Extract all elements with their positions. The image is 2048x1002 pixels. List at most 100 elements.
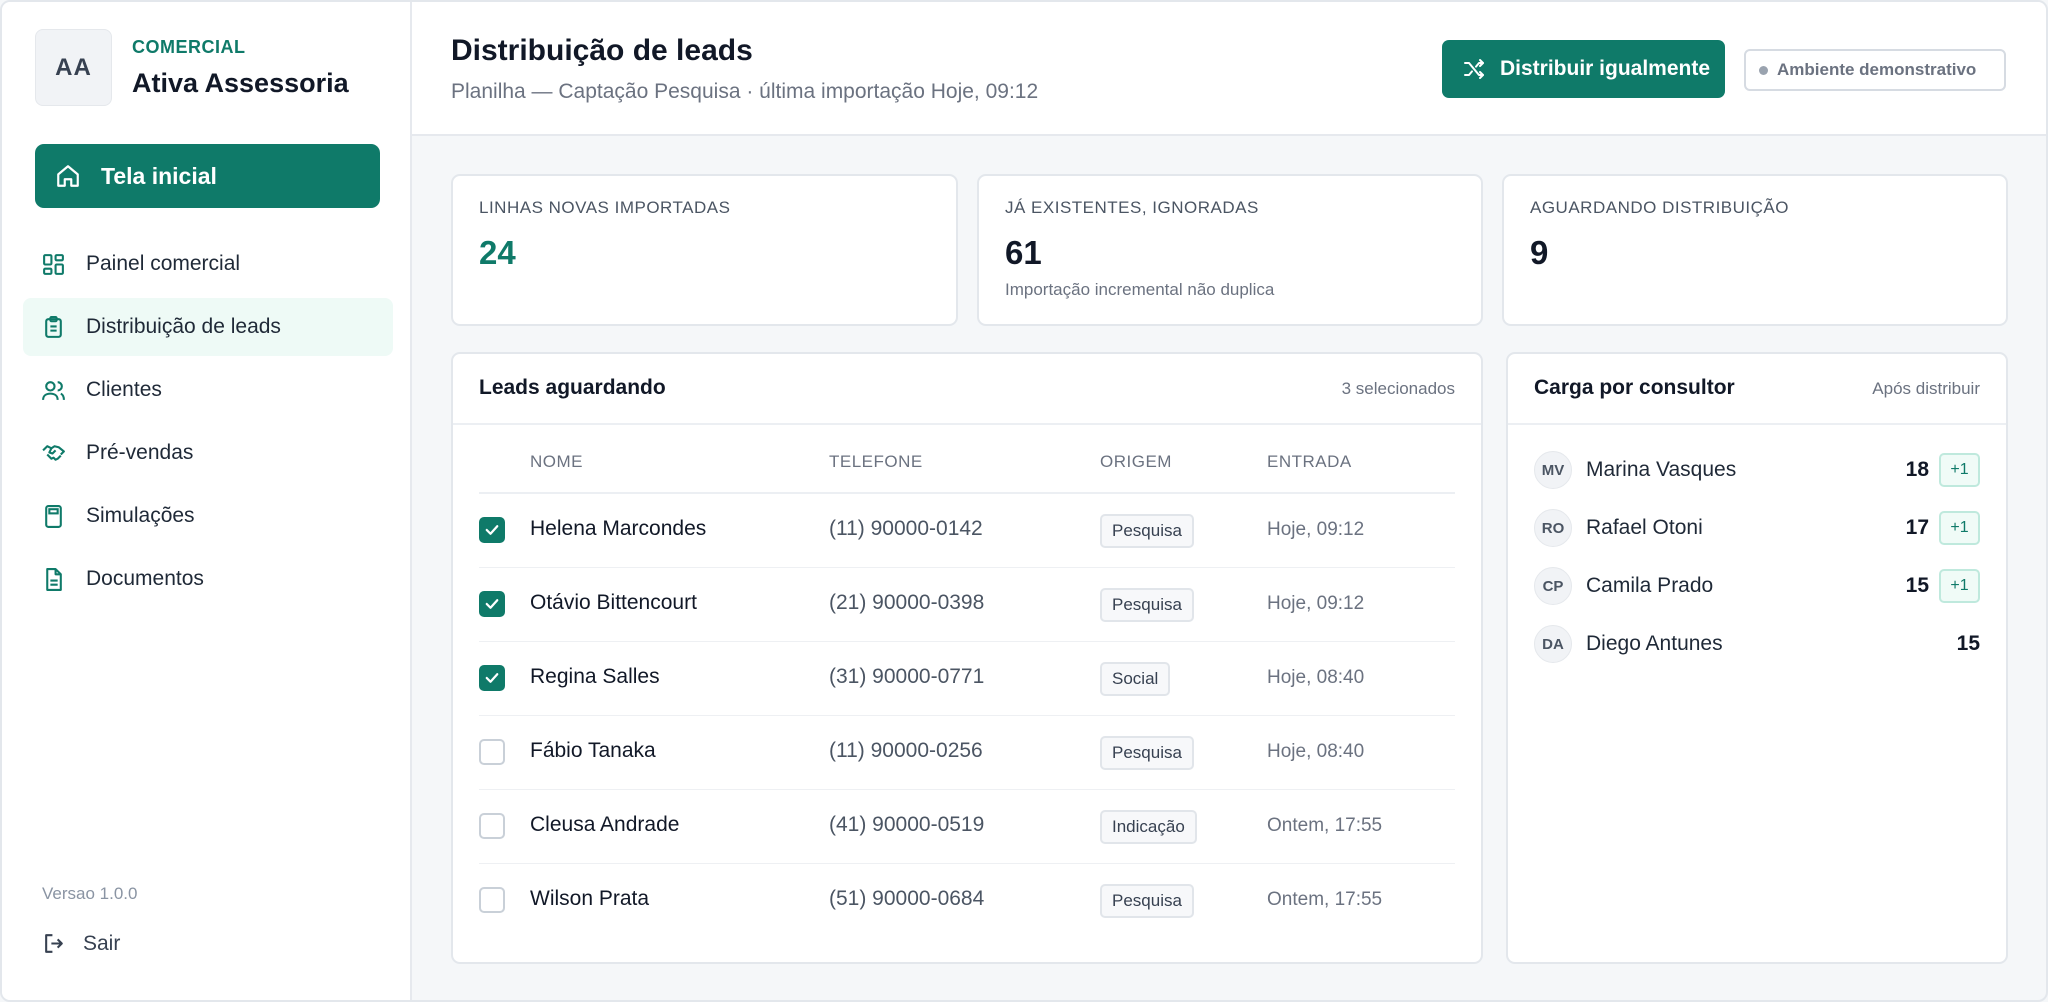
row-checkbox[interactable] <box>479 665 505 691</box>
consultant-load-card: Carga por consultor Após distribuir MV M… <box>1506 352 2008 964</box>
demo-badge-label: Ambiente demonstrativo <box>1777 60 1977 79</box>
consultant-name: Marina Vasques <box>1586 458 1737 481</box>
column-header-name[interactable]: NOME <box>530 452 583 472</box>
lead-name: Wilson Prata <box>530 887 650 910</box>
main-content: Distribuição de leads Planilha — Captaçã… <box>412 2 2046 1000</box>
table-row[interactable]: Wilson Prata (51) 90000-0684 Pesquisa On… <box>453 864 1481 938</box>
shuffle-icon <box>1464 59 1484 79</box>
check-icon <box>485 525 499 535</box>
brand: AA COMERCIAL Ativa Assessoria <box>35 29 349 106</box>
calculator-icon <box>45 504 62 528</box>
brand-eyebrow: COMERCIAL <box>132 36 246 57</box>
table-row[interactable]: Fábio Tanaka (11) 90000-0256 Pesquisa Ho… <box>453 716 1481 790</box>
stat-label: AGUARDANDO DISTRIBUIÇÃO <box>1530 198 1789 217</box>
sidebar-item-simulacoes[interactable]: Simulações <box>23 487 393 545</box>
sidebar-item-painel-comercial[interactable]: Painel comercial <box>23 235 393 293</box>
lead-name: Regina Salles <box>530 665 660 688</box>
brand-name: Ativa Assessoria <box>132 67 349 98</box>
clipboard-icon <box>45 315 62 338</box>
lead-date: Hoje, 08:40 <box>1267 741 1365 762</box>
sidebar-item-label: Documentos <box>86 567 204 590</box>
row-checkbox[interactable] <box>479 517 505 543</box>
leads-waiting-card: Leads aguardando 3 selecionados NOME TEL… <box>451 352 1483 964</box>
leads-card-title: Leads aguardando <box>479 376 666 399</box>
delta-badge: +1 <box>1939 569 1980 603</box>
column-header-origin[interactable]: ORIGEM <box>1100 452 1172 472</box>
lead-date: Hoje, 09:12 <box>1267 593 1365 614</box>
stat-card-awaiting: AGUARDANDO DISTRIBUIÇÃO 9 <box>1502 174 2008 326</box>
consultant-row: CP Camila Prado 15 +1 <box>1534 566 1980 606</box>
document-icon <box>46 567 62 591</box>
consultant-row: RO Rafael Otoni 17 +1 <box>1534 508 1980 548</box>
stat-label: LINHAS NOVAS IMPORTADAS <box>479 198 731 217</box>
consultant-count: 15 <box>1956 632 1980 655</box>
load-card-title: Carga por consultor <box>1534 376 1735 399</box>
origin-tag: Pesquisa <box>1100 884 1194 918</box>
logout-button[interactable]: Sair <box>42 931 120 956</box>
distribute-equally-button[interactable]: Distribuir igualmente <box>1442 40 1725 98</box>
consultant-row: DA Diego Antunes 15 <box>1534 624 1980 664</box>
lead-name: Helena Marcondes <box>530 517 707 540</box>
sidebar-item-documentos[interactable]: Documentos <box>23 550 393 608</box>
lead-phone: (21) 90000-0398 <box>829 591 985 614</box>
table-row[interactable]: Regina Salles (31) 90000-0771 Social Hoj… <box>453 642 1481 716</box>
consultant-count: 17 <box>1905 516 1929 539</box>
stat-note: Importação incremental não duplica <box>1005 280 1275 299</box>
page-header: Distribuição de leads Planilha — Captaçã… <box>412 2 2046 136</box>
origin-tag: Pesquisa <box>1100 514 1194 548</box>
origin-tag: Social <box>1100 662 1171 696</box>
dashboard-icon <box>43 253 64 275</box>
column-header-phone[interactable]: TELEFONE <box>829 452 923 472</box>
table-header: NOME TELEFONE ORIGEM ENTRADA <box>453 452 1481 484</box>
users-icon <box>42 380 65 400</box>
lead-date: Hoje, 08:40 <box>1267 667 1365 688</box>
lead-name: Cleusa Andrade <box>530 813 680 836</box>
table-row[interactable]: Cleusa Andrade (41) 90000-0519 Indicação… <box>453 790 1481 864</box>
origin-tag: Indicação <box>1100 810 1197 844</box>
table-row[interactable]: Otávio Bittencourt (21) 90000-0398 Pesqu… <box>453 568 1481 642</box>
page-title: Distribuição de leads <box>451 34 753 67</box>
sidebar-item-pre-vendas[interactable]: Pré-vendas <box>23 424 393 482</box>
consultant-count: 15 <box>1905 574 1929 597</box>
lead-phone: (31) 90000-0771 <box>829 665 985 688</box>
row-checkbox[interactable] <box>479 591 505 617</box>
stat-value: 9 <box>1530 234 1549 271</box>
status-dot <box>1759 65 1768 75</box>
lead-name: Fábio Tanaka <box>530 739 656 762</box>
avatar: RO <box>1534 509 1572 547</box>
sidebar-item-clientes[interactable]: Clientes <box>23 361 393 419</box>
lead-date: Ontem, 17:55 <box>1267 889 1383 910</box>
stat-value: 61 <box>1005 234 1042 271</box>
load-card-meta: Após distribuir <box>1872 379 1980 398</box>
lead-date: Ontem, 17:55 <box>1267 815 1383 836</box>
table-row[interactable]: Helena Marcondes (11) 90000-0142 Pesquis… <box>453 494 1481 568</box>
stat-card-new-rows: LINHAS NOVAS IMPORTADAS 24 <box>451 174 958 326</box>
lead-date: Hoje, 09:12 <box>1267 519 1365 540</box>
avatar: CP <box>1534 567 1572 605</box>
home-button[interactable]: Tela inicial <box>35 144 380 208</box>
row-checkbox[interactable] <box>479 887 505 913</box>
row-checkbox[interactable] <box>479 813 505 839</box>
consultant-name: Diego Antunes <box>1586 632 1723 655</box>
logout-label: Sair <box>83 931 121 955</box>
app-window: AA COMERCIAL Ativa Assessoria Tela inici… <box>0 0 2048 1002</box>
column-header-date[interactable]: ENTRADA <box>1267 452 1352 472</box>
avatar: DA <box>1534 625 1572 663</box>
home-icon <box>57 165 79 187</box>
row-checkbox[interactable] <box>479 739 505 765</box>
demo-environment-badge: Ambiente demonstrativo <box>1744 49 2006 91</box>
sidebar-item-label: Painel comercial <box>86 252 241 275</box>
delta-badge: +1 <box>1939 511 1980 545</box>
app-version: Versao 1.0.0 <box>42 884 138 903</box>
origin-tag: Pesquisa <box>1100 736 1194 770</box>
lead-phone: (51) 90000-0684 <box>829 887 985 910</box>
sidebar-item-distribuicao-leads[interactable]: Distribuição de leads <box>23 298 393 356</box>
sidebar-item-label: Clientes <box>86 378 162 401</box>
sidebar-nav: Painel comercial Distribuição de leads C… <box>23 235 393 613</box>
consultant-count: 18 <box>1905 458 1929 481</box>
divider <box>453 423 1481 425</box>
delta-badge: +1 <box>1939 453 1980 487</box>
sidebar-item-label: Distribuição de leads <box>86 315 281 338</box>
page-subtitle: Planilha — Captação Pesquisa · última im… <box>451 80 1039 103</box>
consultant-name: Rafael Otoni <box>1586 516 1703 539</box>
